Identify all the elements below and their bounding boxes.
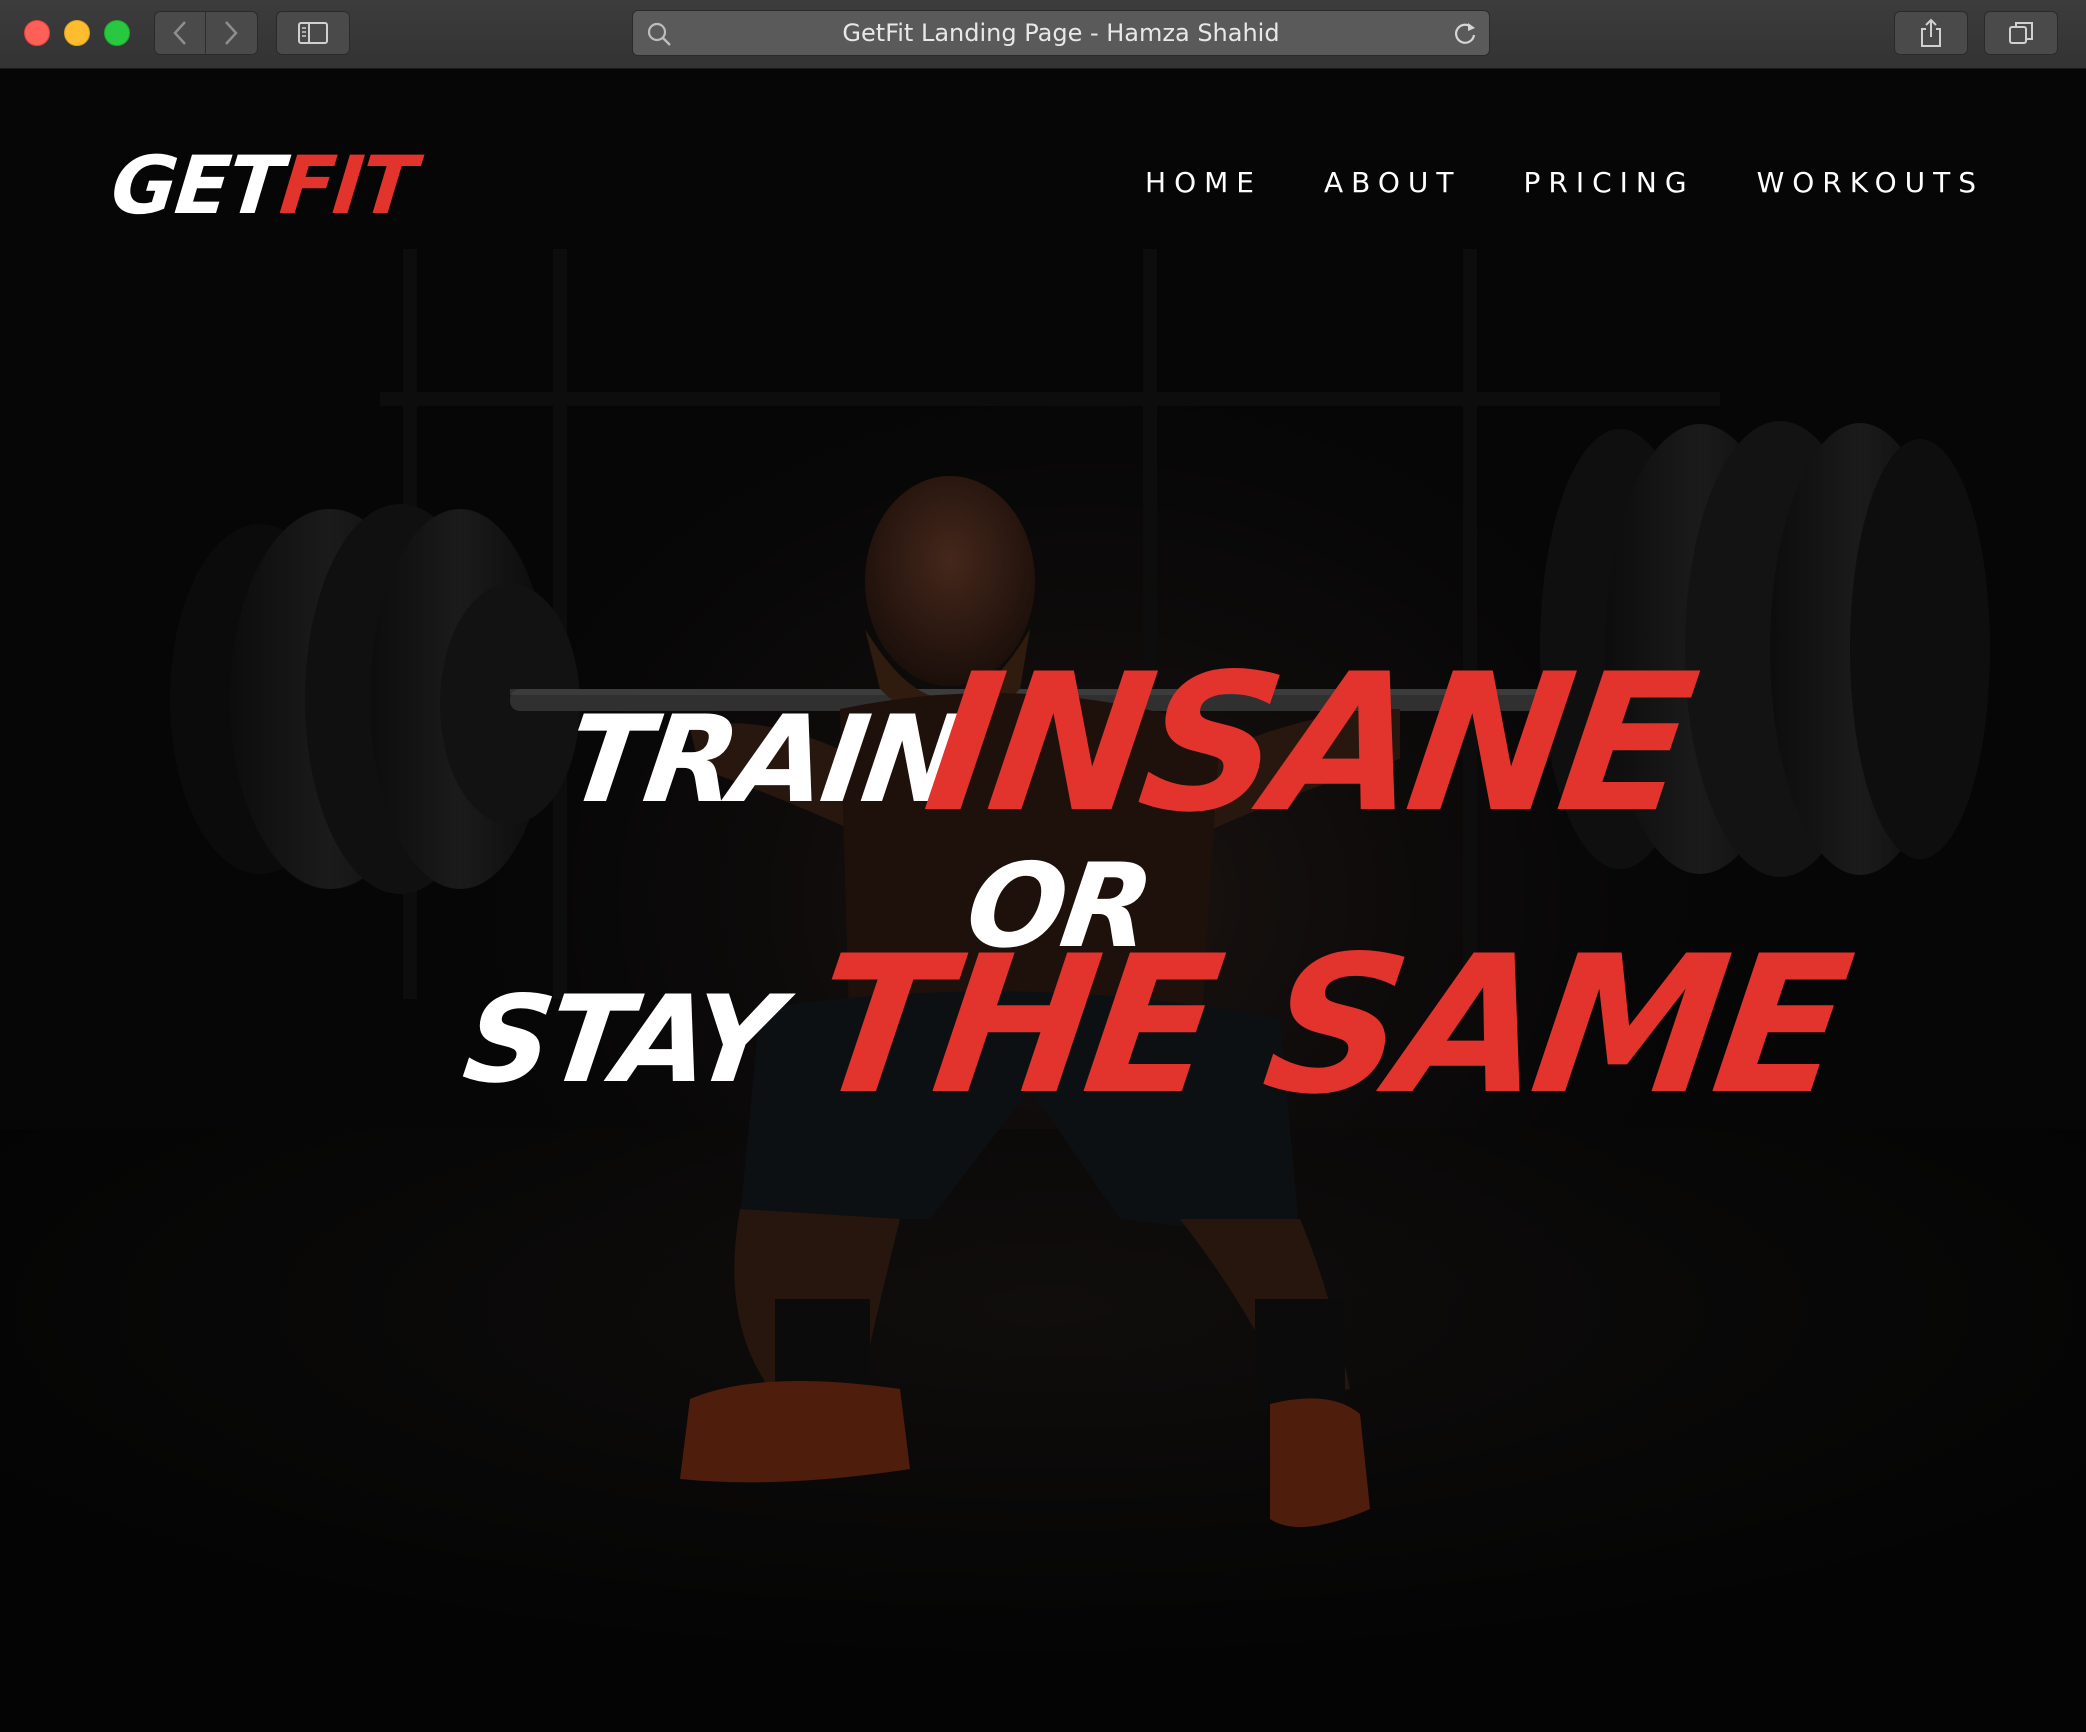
headline-insane: INSANE <box>914 633 1701 854</box>
address-bar[interactable]: GetFit Landing Page - Hamza Shahid <box>632 10 1490 56</box>
logo-fit-text: FIT <box>276 139 419 232</box>
chevron-left-icon <box>173 21 186 45</box>
zoom-window-button[interactable] <box>104 20 130 46</box>
tabs-icon <box>2009 22 2033 44</box>
show-tabs-button[interactable] <box>1984 11 2058 55</box>
browser-window: GetFit Landing Page - Hamza Shahid GETFI… <box>0 0 2086 1732</box>
nav-home-link[interactable]: HOME <box>1145 163 1262 203</box>
page-viewport: GETFIT HOME ABOUT PRICING WORKOUTS TRAIN… <box>0 69 2086 1732</box>
logo-get-text: GET <box>107 139 286 232</box>
nav-about-link[interactable]: ABOUT <box>1324 163 1462 203</box>
nav-workouts-link[interactable]: WORKOUTS <box>1757 163 1984 203</box>
sidebar-icon <box>298 22 328 44</box>
sidebar-toggle-button[interactable] <box>276 11 350 55</box>
site-logo[interactable]: GETFIT <box>106 131 419 241</box>
forward-button[interactable] <box>206 12 256 54</box>
page-title: GetFit Landing Page - Hamza Shahid <box>842 19 1280 47</box>
chevron-right-icon <box>225 21 238 45</box>
main-navigation: HOME ABOUT PRICING WORKOUTS <box>1145 163 1984 203</box>
reload-icon[interactable] <box>1451 19 1479 47</box>
close-window-button[interactable] <box>24 20 50 46</box>
headline-the-same: THE SAME <box>800 915 1855 1136</box>
headline-train: TRAIN <box>558 691 971 830</box>
back-button[interactable] <box>155 12 206 54</box>
share-icon <box>1921 18 1941 47</box>
browser-toolbar: GetFit Landing Page - Hamza Shahid <box>0 0 2086 69</box>
minimize-window-button[interactable] <box>64 20 90 46</box>
nav-pricing-link[interactable]: PRICING <box>1524 163 1695 203</box>
share-button[interactable] <box>1894 11 1968 55</box>
history-nav-group <box>154 11 258 55</box>
headline-stay: STAY <box>456 971 785 1110</box>
